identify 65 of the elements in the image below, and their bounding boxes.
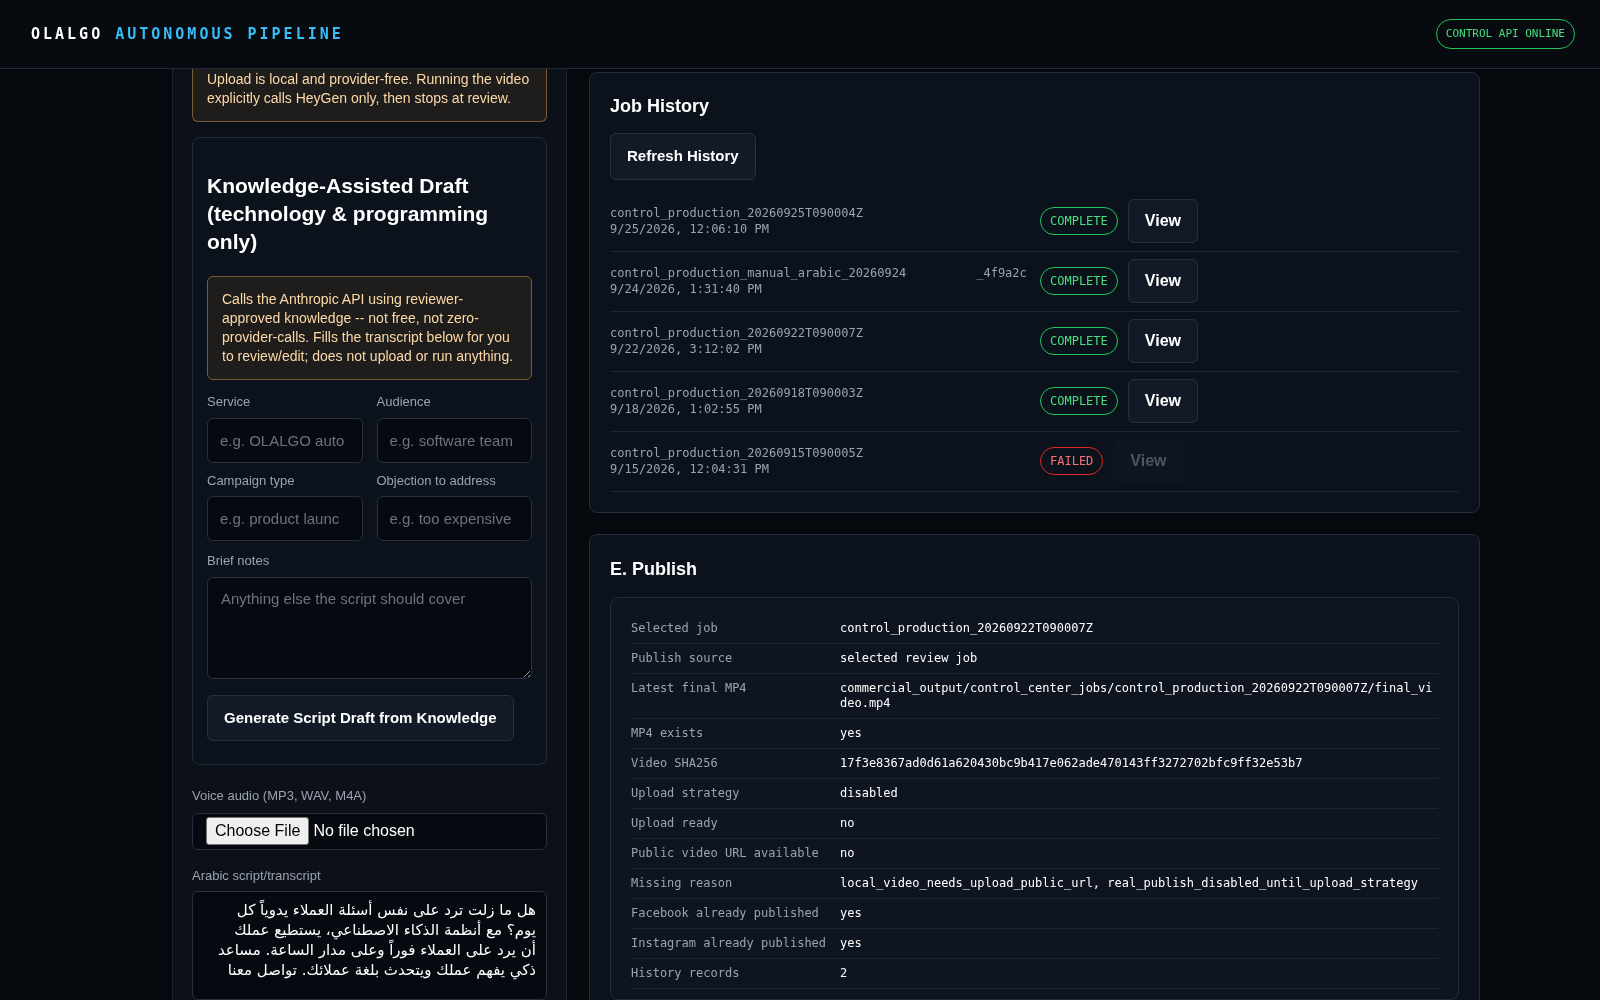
detail-label: Upload ready — [631, 815, 719, 831]
detail-value: selected review job — [840, 650, 979, 666]
field-label: Brief notes — [207, 552, 271, 570]
warning-note: Calls the Anthropic API using reviewer-approved knowledge -- not free, not zero-provider-calls. Fills the transcript below for you to review/edit; does not upload or run anything. — [207, 276, 532, 380]
detail-label: Public video URL available — [631, 845, 820, 861]
detail-label: Selected job — [631, 620, 719, 636]
notes-field[interactable]: Anything else the script should cover — [207, 576, 532, 679]
detail-value: 2 — [840, 965, 849, 981]
section-title: E. Publish — [610, 557, 698, 581]
text-field[interactable]: e.g. OLALGO auto — [207, 417, 363, 463]
field-label: Campaign type — [207, 471, 296, 490]
job-time: 9/15/2026, 12:04:31 PM — [610, 461, 770, 477]
detail-value: control_production_20260922T090007Z — [840, 620, 1094, 636]
detail-label: Publish source — [631, 650, 734, 666]
job-time: 9/25/2026, 12:06:10 PM — [610, 221, 770, 237]
field-label: Service — [207, 393, 252, 411]
transcript-field[interactable]: هل ما زلت ترد على نفس أسئلة العملاء يدوياً كل يوم؟ مع أنظمة الذكاء الاصطناعي، يستطيع عملك أن يرد على العملاء فوراً وعلى مدار الساعة. مساعد ذكي يفهم عملك ويتحدث بلغة عملائك. تواصل معنا — [192, 891, 547, 1000]
transcript-text: هل ما زلت ترد على نفس أسئلة العملاء يدوياً كل يوم؟ مع أنظمة الذكاء الاصطناعي، يستطيع عملك أن يرد على العملاء فوراً وعلى مدار الساعة. مساعد ذكي يفهم عملك ويتحدث بلغة عملائك. تواصل معنا — [216, 900, 536, 980]
job-id: control_production_manual_arabic_20260924 — [610, 265, 907, 281]
detail-value: yes — [840, 725, 863, 741]
field-label: Audience — [376, 393, 432, 411]
generate-button[interactable]: Generate Script Draft from Knowledge — [207, 694, 514, 741]
section-title: Knowledge-Assisted Draft (technology & programming only) — [207, 173, 490, 255]
job-time: 9/22/2026, 3:12:02 PM — [610, 341, 763, 357]
view-button[interactable]: View — [1127, 319, 1198, 363]
detail-label: Missing reason — [631, 875, 734, 891]
job-id: control_production_20260922T090007Z — [610, 325, 863, 341]
job-id: control_production_20260918T090003Z — [610, 385, 863, 401]
section-title: Job History — [610, 95, 711, 118]
job-time: 9/24/2026, 1:31:40 PM — [610, 281, 763, 297]
view-button[interactable]: View — [1127, 259, 1198, 303]
detail-label: Latest final MP4 — [631, 680, 748, 697]
job-id: control_production_20260915T090005Z — [610, 445, 863, 461]
detail-label: MP4 exists — [631, 725, 705, 741]
job-id: control_production_20260925T090004Z — [610, 205, 863, 221]
detail-value: yes — [840, 905, 863, 921]
view-button[interactable]: View — [1127, 379, 1198, 423]
text-field[interactable]: e.g. product launc — [207, 496, 363, 541]
detail-value: disabled — [840, 785, 899, 801]
refresh-button[interactable]: Refresh History — [610, 133, 756, 180]
file-field[interactable]: Choose File No file chosen — [192, 812, 547, 850]
detail-label: Upload strategy — [631, 785, 741, 801]
field-label: Voice audio (MP3, WAV, M4A) — [192, 787, 368, 805]
view-button[interactable]: View — [1127, 199, 1198, 243]
detail-value: no — [840, 845, 856, 861]
detail-label: Facebook already published — [631, 905, 820, 921]
detail-value: no — [840, 815, 856, 831]
job-id: _4f9a2c — [976, 265, 1027, 281]
detail-value: local_video_needs_upload_public_url, real_publish_disabled_until_upload_strategy — [840, 875, 1419, 891]
detail-label: Instagram already published — [631, 935, 828, 951]
brand-subtitle: AUTONOMOUS PIPELINE — [115, 23, 344, 45]
info-note: Upload is local and provider-free. Running the video explicitly calls HeyGen only, then stops at review. — [192, 69, 547, 122]
field-label: Objection to address — [376, 471, 497, 490]
detail-value: 17f3e8367ad0d61a620430bc9b417e062ade470143ff3272702bfc9ff32e53b7 — [840, 755, 1304, 771]
detail-label: Video SHA256 — [631, 755, 719, 771]
field-label: Arabic script/transcript — [192, 866, 322, 885]
file-status: No file chosen — [313, 821, 415, 841]
text-field[interactable]: e.g. software team — [376, 417, 532, 463]
detail-value: yes — [840, 935, 863, 951]
brand-name: OLALGO — [31, 23, 104, 45]
detail-value: commercial_output/control_center_jobs/control_production_20260922T090007Z/final_video.mp4 — [840, 680, 1434, 711]
job-time: 9/18/2026, 1:02:55 PM — [610, 401, 763, 417]
choose-file-button[interactable]: Choose File — [206, 817, 310, 845]
detail-label: History records — [631, 965, 741, 981]
text-field[interactable]: e.g. too expensive — [376, 496, 532, 541]
